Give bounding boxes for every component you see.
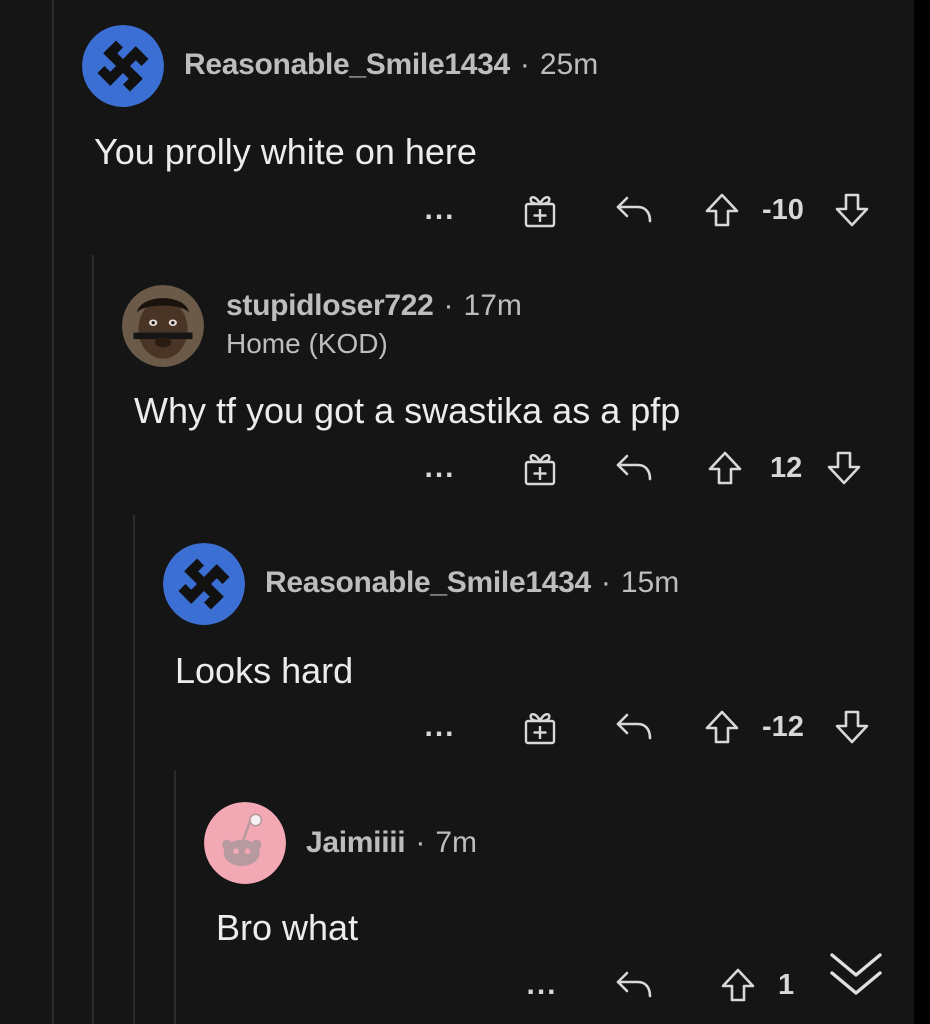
photo-avatar-icon[interactable] (122, 285, 204, 367)
separator-dot: · (600, 566, 611, 599)
comment-header: stupidloser722 · 17m (226, 289, 522, 323)
comment: Reasonable_Smile1434 · 25m You prolly wh… (0, 0, 914, 250)
comment: Reasonable_Smile1434 · 15m Looks hard ..… (0, 505, 914, 765)
collapse-thread-icon[interactable] (822, 947, 890, 1007)
vote-score: 12 (770, 452, 803, 484)
comment-header: Jaimiiii · 7m (306, 826, 477, 860)
comment-body: You prolly white on here (94, 131, 477, 172)
comment-body: Why tf you got a swastika as a pfp (134, 390, 681, 431)
upvote-icon[interactable] (718, 965, 758, 1005)
comment-actions: ... 12 (0, 448, 914, 488)
comment-actions: ... -10 (0, 190, 914, 230)
comment: stupidloser722 · 17m Home (KOD) Why tf y… (0, 250, 914, 505)
timestamp: 15m (620, 566, 680, 599)
separator-dot: · (519, 48, 530, 81)
comment-body: Bro what (216, 907, 359, 948)
comment-thread-screen: Reasonable_Smile1434 · 25m You prolly wh… (0, 0, 914, 1024)
more-options-icon[interactable]: ... (520, 965, 564, 1005)
comment-header: Reasonable_Smile1434 · 15m (265, 566, 679, 600)
timestamp: 25m (539, 48, 599, 81)
downvote-icon[interactable] (824, 448, 864, 488)
timestamp: 17m (463, 289, 522, 322)
more-options-icon[interactable]: ... (418, 448, 462, 488)
comment: Jaimiiii · 7m Bro what ... 1 (0, 765, 914, 1024)
downvote-icon[interactable] (832, 707, 872, 747)
separator-dot: · (415, 826, 426, 859)
comment-header: Reasonable_Smile1434 · 25m (184, 48, 598, 82)
comment-actions: ... 1 (0, 953, 914, 1005)
more-options-icon[interactable]: ... (418, 707, 462, 747)
comment-body: Looks hard (175, 650, 354, 691)
reply-icon[interactable] (612, 707, 656, 747)
comment-actions: ... -12 (0, 707, 914, 747)
award-icon[interactable] (520, 448, 560, 488)
username[interactable]: Reasonable_Smile1434 (184, 48, 510, 82)
vote-score: -12 (762, 711, 804, 743)
reply-icon[interactable] (612, 190, 656, 230)
username[interactable]: Reasonable_Smile1434 (265, 566, 591, 600)
username[interactable]: stupidloser722 (226, 289, 434, 323)
timestamp: 7m (435, 826, 478, 859)
upvote-icon[interactable] (702, 190, 742, 230)
user-flair: Home (KOD) (226, 328, 388, 359)
downvote-icon[interactable] (832, 190, 872, 230)
swastika-avatar-icon[interactable] (82, 25, 164, 107)
username[interactable]: Jaimiiii (306, 826, 406, 860)
more-options-icon[interactable]: ... (418, 190, 462, 230)
reply-icon[interactable] (612, 448, 656, 488)
vote-score: 1 (778, 969, 795, 1001)
upvote-icon[interactable] (705, 448, 745, 488)
swastika-avatar-icon[interactable] (163, 543, 245, 625)
upvote-icon[interactable] (702, 707, 742, 747)
award-icon[interactable] (520, 707, 560, 747)
snoo-avatar-icon[interactable] (204, 802, 286, 884)
award-icon[interactable] (520, 190, 560, 230)
reply-icon[interactable] (612, 965, 656, 1005)
separator-dot: · (443, 289, 454, 322)
vote-score: -10 (762, 194, 804, 226)
